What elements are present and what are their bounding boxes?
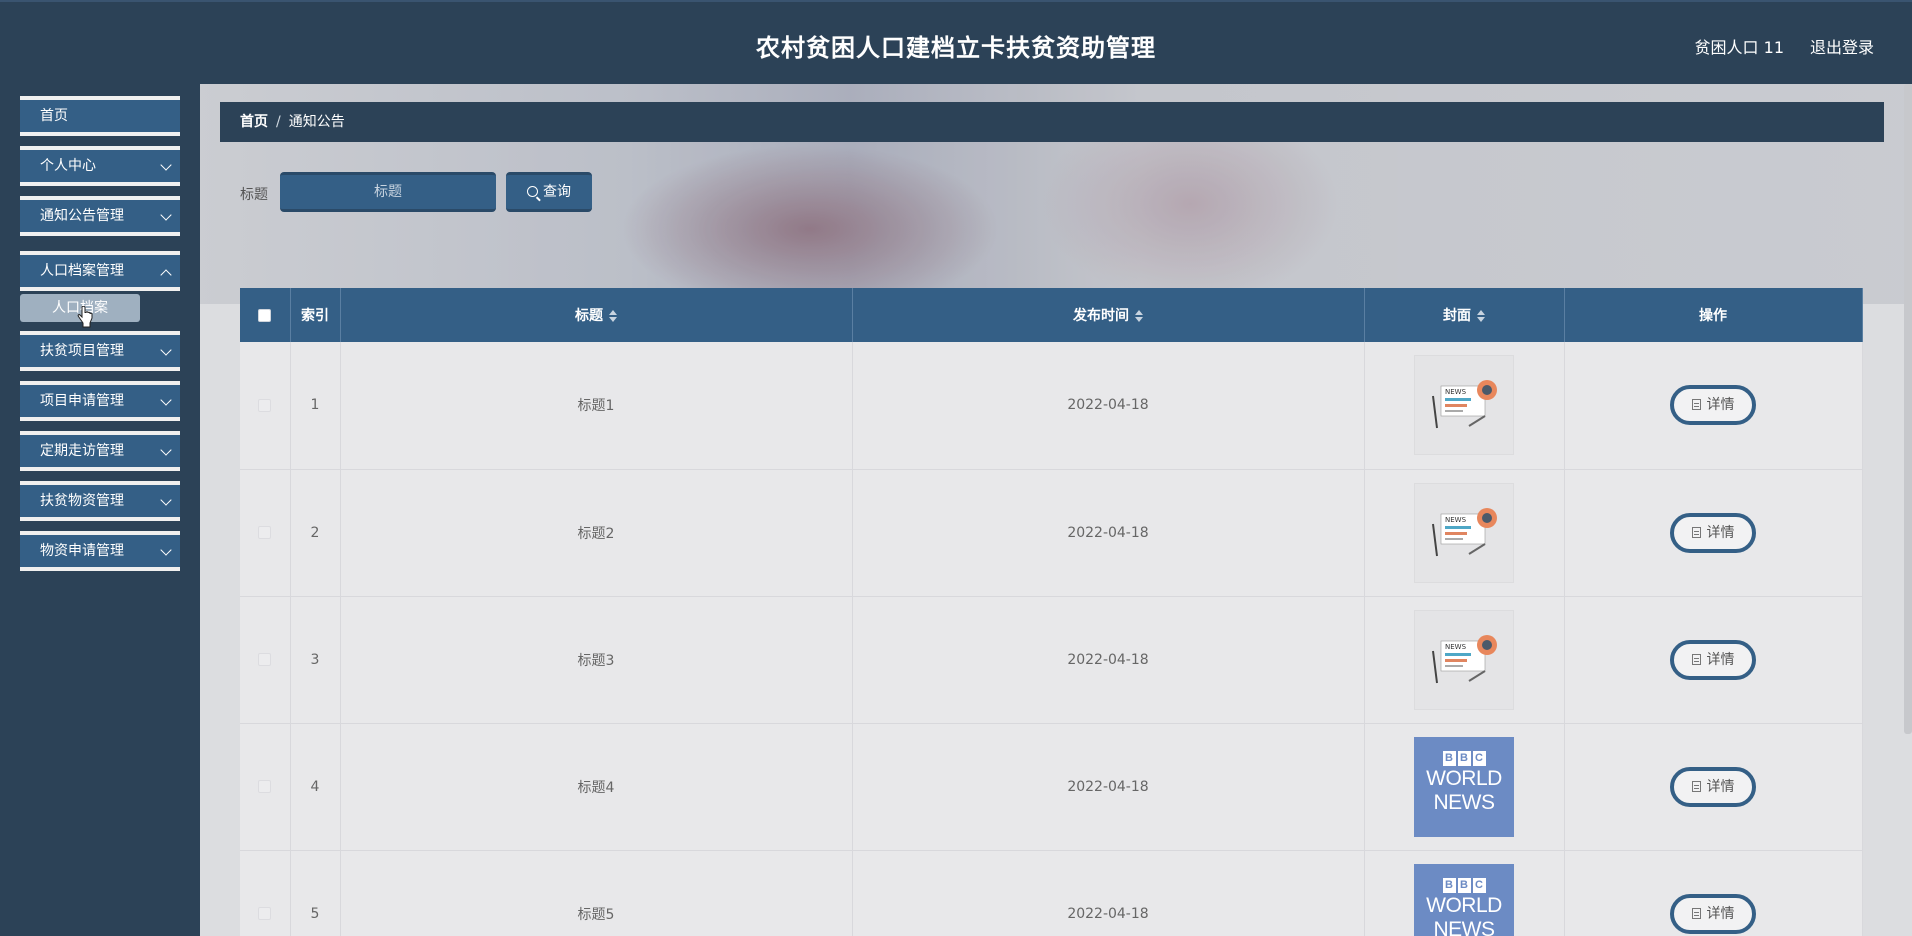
sidebar-item-label: 通知公告管理	[40, 208, 124, 224]
detail-button[interactable]: 详情	[1670, 766, 1756, 807]
sidebar-item-regular-visit[interactable]: 定期走访管理	[20, 431, 180, 471]
select-all-checkbox[interactable]	[258, 308, 272, 322]
search-title-input[interactable]	[280, 172, 496, 212]
chevron-down-icon	[160, 494, 172, 506]
svg-text:NEWS: NEWS	[1445, 388, 1467, 396]
row-index: 5	[290, 850, 341, 936]
table-row: 3 标题3 2022-04-18 NEWS 详情	[240, 596, 1863, 724]
sidebar-item-label: 个人中心	[40, 158, 96, 174]
row-title: 标题2	[340, 469, 853, 597]
sort-icon[interactable]	[1477, 310, 1485, 322]
sidebar-item-personal-center[interactable]: 个人中心	[20, 146, 180, 186]
sort-icon[interactable]	[609, 310, 617, 322]
bbc-cover-image: BBC WORLD NEWS	[1414, 736, 1514, 837]
document-icon	[1691, 653, 1701, 665]
sidebar-item-label: 人口档案管理	[40, 263, 124, 279]
news-cover-image: NEWS	[1414, 355, 1514, 456]
sidebar-item-label: 扶贫物资管理	[40, 493, 124, 509]
row-index: 3	[290, 596, 341, 724]
sort-icon[interactable]	[1135, 310, 1143, 322]
row-time: 2022-04-18	[852, 596, 1365, 724]
app-title: 农村贫困人口建档立卡扶贫资助管理	[756, 34, 1156, 62]
logout-link[interactable]: 退出登录	[1810, 34, 1874, 58]
page-scrollbar[interactable]	[1904, 84, 1912, 734]
sidebar-item-label: 物资申请管理	[40, 543, 124, 559]
detail-button[interactable]: 详情	[1670, 385, 1756, 426]
column-header-time[interactable]: 发布时间	[852, 288, 1365, 342]
row-index: 4	[290, 723, 341, 851]
sidebar-item-label: 首页	[40, 108, 68, 124]
row-index: 1	[290, 342, 341, 470]
document-icon	[1691, 399, 1701, 411]
row-title: 标题3	[340, 596, 853, 724]
chevron-down-icon	[160, 444, 172, 456]
sidebar-item-project-application[interactable]: 项目申请管理	[20, 381, 180, 421]
search-button[interactable]: 查询	[506, 172, 592, 212]
breadcrumb-current: 通知公告	[288, 114, 345, 130]
search-label: 标题	[240, 187, 268, 203]
chevron-down-icon	[160, 394, 172, 406]
table-row: 4 标题4 2022-04-18 BBC WORLD NEWS 详情	[240, 723, 1863, 851]
search-button-label: 查询	[543, 184, 571, 200]
table-header-row: 索引 标题 发布时间 封面 操作	[240, 288, 1863, 342]
row-title: 标题1	[340, 342, 853, 470]
table-row: 1 标题1 2022-04-18 NEWS 详情	[240, 342, 1863, 470]
row-checkbox[interactable]	[258, 780, 272, 793]
document-icon	[1691, 780, 1701, 792]
row-title: 标题4	[340, 723, 853, 851]
sidebar-item-population-archive[interactable]: 人口档案管理	[20, 251, 180, 291]
breadcrumb: 首页 / 通知公告	[220, 102, 1884, 142]
sidebar-item-label: 项目申请管理	[40, 393, 124, 409]
row-checkbox[interactable]	[258, 398, 272, 412]
hand-cursor-icon	[77, 306, 93, 328]
column-header-index: 索引	[290, 288, 341, 342]
row-time: 2022-04-18	[852, 469, 1365, 597]
row-time: 2022-04-18	[852, 723, 1365, 851]
sidebar-item-notice-management[interactable]: 通知公告管理	[20, 196, 180, 236]
sidebar-item-supplies-application[interactable]: 物资申请管理	[20, 531, 180, 571]
table-row: 2 标题2 2022-04-18 NEWS 详情	[240, 469, 1863, 597]
current-user: 贫困人口 11	[1694, 38, 1784, 57]
chevron-down-icon	[160, 159, 172, 171]
main-content: 首页 / 通知公告 标题 查询 索引 标题 发布时间 封面 操作	[200, 84, 1912, 936]
row-checkbox[interactable]	[258, 653, 272, 666]
bbc-cover-image: BBC WORLD NEWS	[1414, 863, 1514, 936]
chevron-up-icon	[160, 269, 172, 281]
sidebar-item-poverty-supplies[interactable]: 扶贫物资管理	[20, 481, 180, 521]
document-icon	[1691, 526, 1701, 538]
breadcrumb-home[interactable]: 首页	[240, 114, 268, 130]
row-time: 2022-04-18	[852, 850, 1365, 936]
notice-table: 索引 标题 发布时间 封面 操作 1 标题1 2022-04-18 NEWS 详…	[240, 288, 1863, 936]
column-header-cover[interactable]: 封面	[1364, 288, 1565, 342]
breadcrumb-separator: /	[276, 114, 281, 130]
row-index: 2	[290, 469, 341, 597]
select-all-cell	[240, 288, 291, 342]
column-header-action: 操作	[1564, 288, 1863, 342]
chevron-down-icon	[160, 209, 172, 221]
sidebar-item-poverty-project[interactable]: 扶贫项目管理	[20, 331, 180, 371]
column-header-title[interactable]: 标题	[340, 288, 853, 342]
search-icon	[527, 186, 538, 197]
row-title: 标题5	[340, 850, 853, 936]
chevron-down-icon	[160, 544, 172, 556]
detail-button[interactable]: 详情	[1670, 512, 1756, 553]
detail-button[interactable]: 详情	[1670, 893, 1756, 934]
document-icon	[1691, 907, 1701, 919]
sidebar-item-home[interactable]: 首页	[20, 96, 180, 136]
svg-text:NEWS: NEWS	[1445, 516, 1467, 524]
detail-button[interactable]: 详情	[1670, 639, 1756, 680]
top-header: 农村贫困人口建档立卡扶贫资助管理 贫困人口 11 退出登录	[0, 0, 1912, 84]
table-row: 5 标题5 2022-04-18 BBC WORLD NEWS 详情	[240, 850, 1863, 936]
sidebar-item-label: 扶贫项目管理	[40, 343, 124, 359]
row-checkbox[interactable]	[258, 526, 272, 539]
svg-text:NEWS: NEWS	[1445, 643, 1467, 651]
row-time: 2022-04-18	[852, 342, 1365, 470]
chevron-down-icon	[160, 344, 172, 356]
row-checkbox[interactable]	[258, 907, 272, 920]
news-cover-image: NEWS	[1414, 609, 1514, 710]
sidebar-item-label: 定期走访管理	[40, 443, 124, 459]
news-cover-image: NEWS	[1414, 482, 1514, 583]
